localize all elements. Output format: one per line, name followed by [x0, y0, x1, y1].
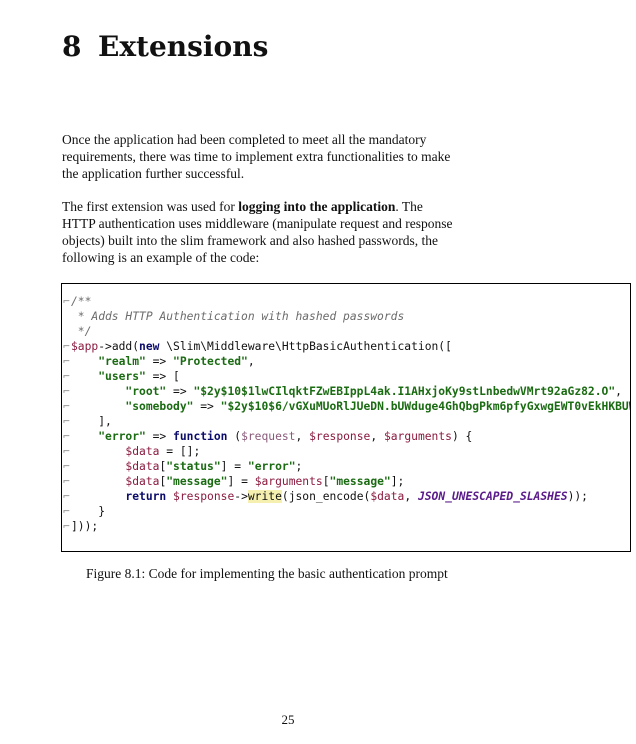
paragraph-line: following is an example of the code: [62, 250, 260, 265]
code-line: return $response->write(json_encode($dat… [125, 490, 588, 503]
code-line: $data["message"] = $arguments["message"]… [125, 475, 405, 488]
paragraph-line: requirements, there was time to implemen… [62, 149, 451, 164]
code-line: "users" => [ [98, 370, 180, 383]
code-line: $data["status"] = "error"; [125, 460, 303, 473]
code-listing: ⌐ ⌐ ⌐ ⌐ ⌐ ⌐ ⌐ ⌐ ⌐ ⌐ ⌐ ⌐ ⌐ ⌐ /** * Adds H… [61, 283, 631, 552]
code-line: ], [98, 415, 112, 428]
paragraph-first-extension: The first extension was used for logging… [62, 198, 512, 266]
text-run: The first extension was used for [62, 199, 239, 214]
code-block: /** * Adds HTTP Authentication with hash… [71, 294, 631, 534]
code-line: "realm" => "Protected", [98, 355, 255, 368]
paragraph-line: objects) built into the slim framework a… [62, 233, 439, 248]
bold-phrase: logging into the application [238, 199, 396, 214]
figure-caption: Figure 8.1: Code for implementing the ba… [86, 566, 448, 581]
code-line: $app->add(new \Slim\Middleware\HttpBasic… [71, 340, 452, 353]
paragraph-line: The first extension was used for logging… [62, 198, 512, 215]
code-line: ])); [71, 520, 99, 533]
code-line: $data = []; [125, 445, 201, 458]
code-line: } [98, 505, 106, 518]
section-heading: 8 Extensions [62, 30, 268, 63]
section-title: Extensions [98, 30, 269, 63]
code-line: * Adds HTTP Authentication with hashed p… [71, 310, 405, 323]
code-line: "somebody" => "$2y$10$6/vGXuMUoRlJUeDN.b… [125, 400, 631, 413]
code-line: "error" => function ($request, $response… [98, 430, 473, 443]
paragraph-line: HTTP authentication uses middleware (man… [62, 216, 453, 231]
paragraph-line: Once the application had been completed … [62, 132, 427, 147]
section-number: 8 [62, 30, 82, 63]
paragraph-line: the application further successful. [62, 166, 245, 181]
code-line: "root" => "$2y$10$1lwCIlqktFZwEBIppL4ak.… [125, 385, 622, 398]
page-number: 25 [281, 712, 295, 727]
code-fold-gutter: ⌐ ⌐ ⌐ ⌐ ⌐ ⌐ ⌐ ⌐ ⌐ ⌐ ⌐ ⌐ ⌐ ⌐ [63, 295, 70, 533]
code-line: */ [71, 325, 92, 338]
code-line: /** [71, 295, 92, 308]
text-run: . The [395, 199, 423, 214]
paragraph-intro: Once the application had been completed … [62, 131, 512, 182]
